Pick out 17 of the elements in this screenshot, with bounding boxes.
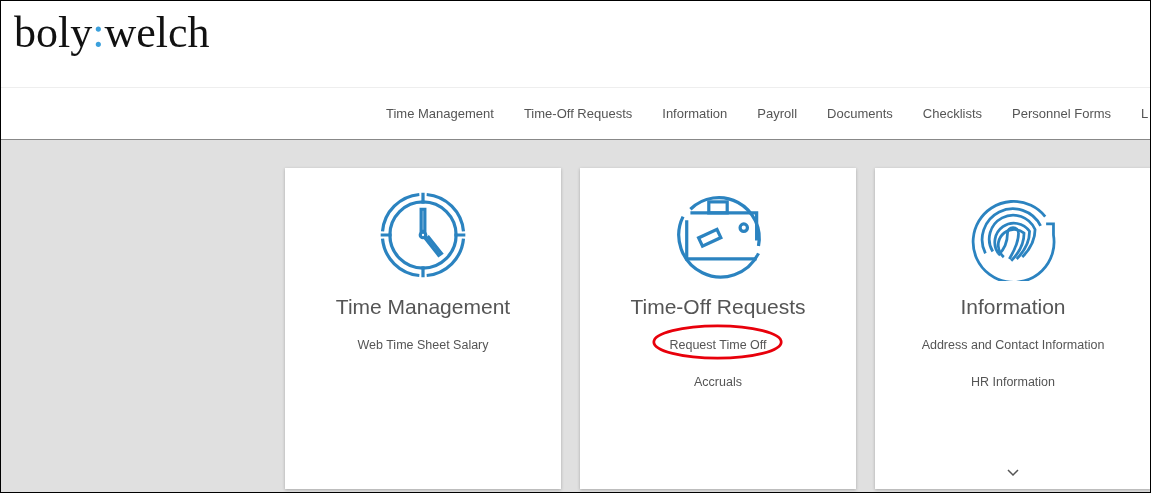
company-logo: boly:welch bbox=[14, 9, 210, 58]
card-title: Information bbox=[960, 295, 1066, 319]
card-link[interactable]: HR Information bbox=[970, 375, 1056, 389]
nav-link[interactable]: Documents bbox=[827, 106, 893, 121]
nav-link[interactable]: Time-Off Requests bbox=[523, 106, 633, 121]
nav-link[interactable]: Information bbox=[662, 106, 728, 121]
nav-link[interactable]: Personnel Forms bbox=[1012, 106, 1112, 121]
nav-link[interactable]: Checklists bbox=[922, 106, 983, 121]
card-link[interactable]: Web Time Sheet Salary bbox=[357, 338, 489, 352]
nav-link[interactable]: L bbox=[1141, 106, 1149, 121]
card-link[interactable]: Address and Contact Information bbox=[921, 338, 1105, 352]
card-title: Time Management bbox=[335, 295, 511, 319]
nav-link[interactable]: Time Management bbox=[386, 106, 494, 121]
card-link[interactable]: Accruals bbox=[694, 375, 742, 389]
card-title: Time-Off Requests bbox=[630, 295, 806, 319]
chevron-down-icon[interactable] bbox=[1007, 469, 1019, 477]
nav-link[interactable]: Payroll bbox=[757, 106, 798, 121]
